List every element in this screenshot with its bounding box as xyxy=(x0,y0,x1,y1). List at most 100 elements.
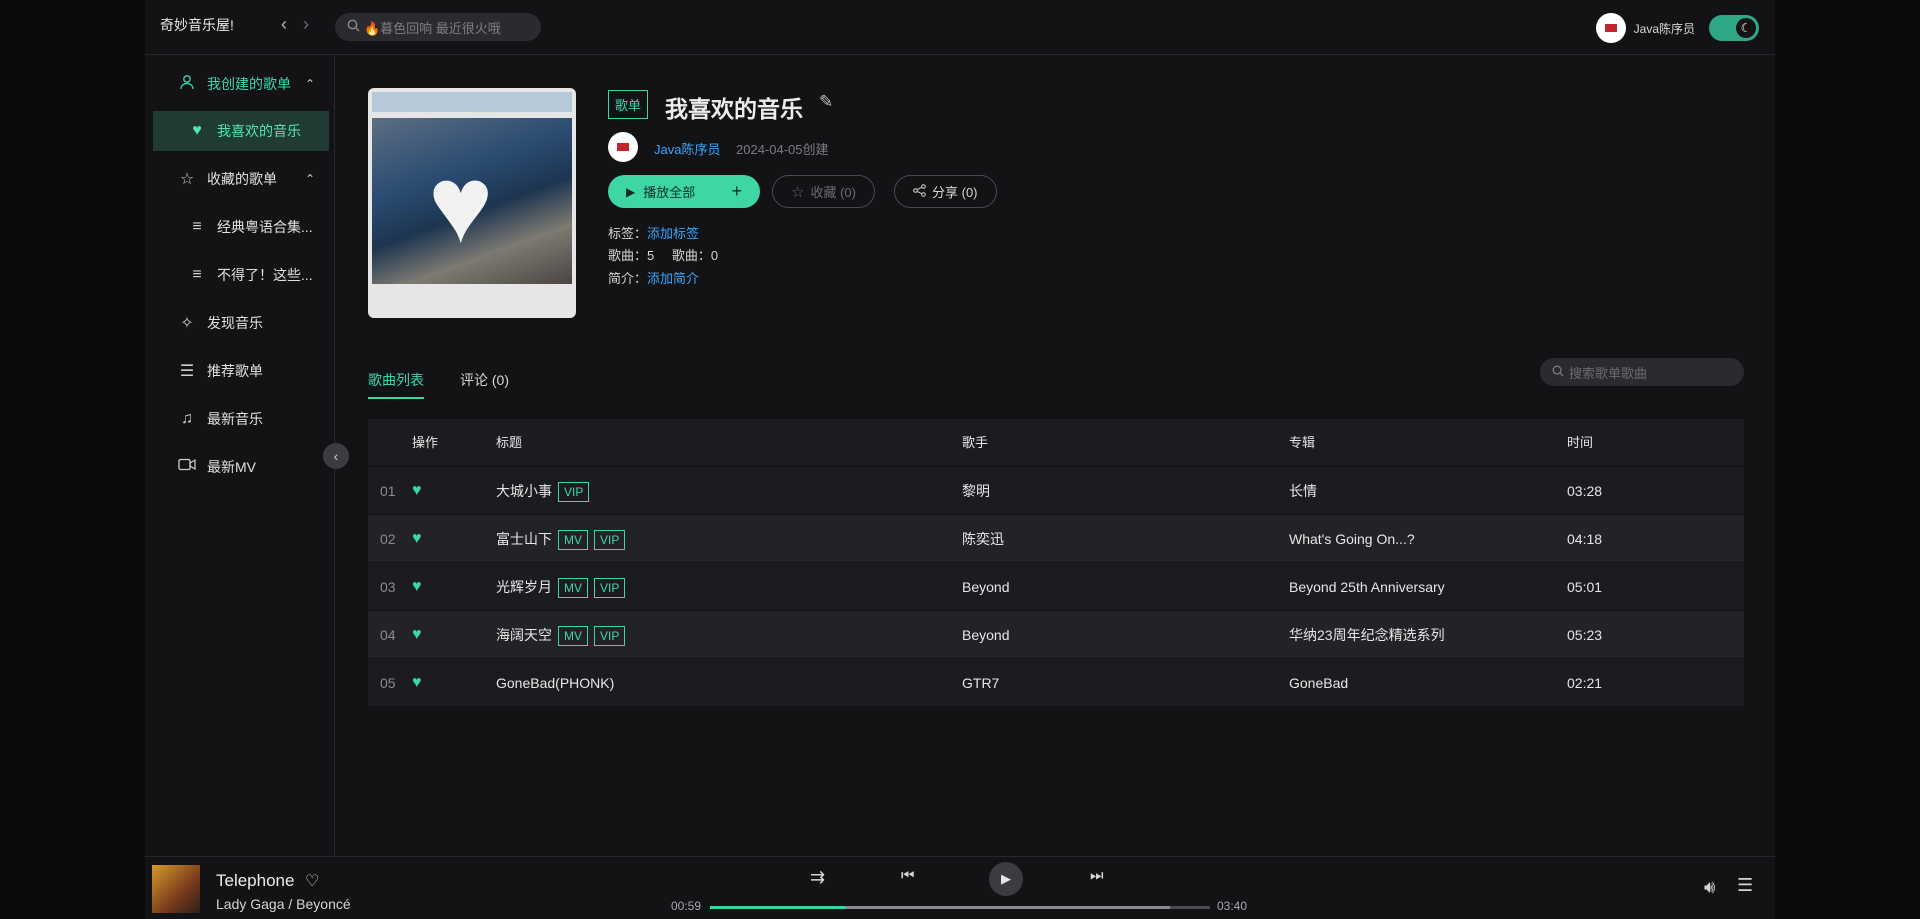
song-singer[interactable]: 黎明 xyxy=(962,467,990,515)
now-playing-title[interactable]: Telephone xyxy=(216,871,294,891)
song-singer[interactable]: Beyond xyxy=(962,563,1009,611)
sidebar-item-label: 我喜欢的音乐 xyxy=(217,123,301,139)
song-album[interactable]: 华纳23周年纪念精选系列 xyxy=(1289,611,1445,659)
song-title-text[interactable]: 光辉岁月 xyxy=(496,579,552,595)
shuffle-icon[interactable]: ⇉ xyxy=(810,867,825,888)
search-input[interactable]: 🔥暮色回响 最近很火哦 xyxy=(335,13,541,41)
user-profile[interactable]: Java陈序员 xyxy=(1595,13,1695,43)
playlist-icon: ≡ xyxy=(192,218,202,235)
mv-badge[interactable]: MV xyxy=(558,530,588,551)
sidebar-item-playlist-amazing[interactable]: ≡ 不得了！这些... xyxy=(153,255,329,295)
sidebar-item-label: 推荐歌单 xyxy=(207,363,263,379)
favorite-button[interactable]: ☆ 收藏 (0) xyxy=(772,175,875,208)
song-title-text[interactable]: GoneBad(PHONK) xyxy=(496,675,614,691)
header-album: 专辑 xyxy=(1289,435,1316,450)
song-singer[interactable]: GTR7 xyxy=(962,659,999,707)
song-search-input[interactable]: 搜索歌单歌曲 xyxy=(1540,358,1744,386)
row-index: 05 xyxy=(380,675,396,691)
creator-avatar[interactable] xyxy=(608,132,638,162)
heart-icon[interactable]: ♥ xyxy=(412,611,422,659)
avatar[interactable] xyxy=(1595,13,1626,43)
edit-icon[interactable]: ✎ xyxy=(819,92,833,112)
intro-label: 简介： xyxy=(608,271,648,286)
add-to-queue-icon[interactable]: + xyxy=(731,181,742,202)
add-tags-link[interactable]: 添加标签 xyxy=(647,226,699,241)
now-playing-cover[interactable] xyxy=(152,865,200,913)
app-logo[interactable]: 奇妙音乐屋! xyxy=(160,15,234,35)
tab-song-list[interactable]: 歌曲列表 xyxy=(368,370,424,390)
heart-icon[interactable]: ♥ xyxy=(412,563,422,611)
creator-name[interactable]: Java陈序员 xyxy=(654,139,720,158)
song-title[interactable]: 光辉岁月 MV VIP xyxy=(496,563,626,611)
song-album[interactable]: 长情 xyxy=(1289,467,1317,515)
song-singer[interactable]: 陈奕迅 xyxy=(962,515,1004,563)
song-title-text[interactable]: 富士山下 xyxy=(496,531,552,547)
progress-bar[interactable] xyxy=(710,906,1210,909)
song-singer[interactable]: Beyond xyxy=(962,611,1009,659)
song-time: 02:21 xyxy=(1567,675,1603,691)
moon-icon: ☾ xyxy=(1736,18,1756,38)
forward-arrow-icon[interactable]: › xyxy=(303,14,309,35)
song-time: 05:01 xyxy=(1567,579,1603,595)
song-title[interactable]: GoneBad(PHONK) xyxy=(496,659,614,707)
sidebar-item-label: 我创建的歌单 xyxy=(207,76,291,92)
heart-icon[interactable]: ♥ xyxy=(412,659,422,707)
table-row[interactable]: 01 ♥ 大城小事 VIP 黎明 长情 03:28 xyxy=(368,467,1744,515)
list-icon: ☰ xyxy=(179,363,195,380)
songs-label-2: 歌曲： xyxy=(671,248,711,263)
song-table: 操作 标题 歌手 专辑 时间 01 ♥ 大城小事 VIP 黎明 长情 03:28 … xyxy=(368,419,1744,707)
sidebar-item-playlist-cantonese[interactable]: ≡ 经典粤语合集... xyxy=(153,207,329,247)
song-title[interactable]: 富士山下 MV VIP xyxy=(496,515,626,563)
play-button[interactable]: ▶ xyxy=(989,862,1023,896)
next-icon[interactable]: ⏭ xyxy=(1090,867,1104,884)
song-title[interactable]: 海阔天空 MV VIP xyxy=(496,611,626,659)
table-row[interactable]: 04 ♥ 海阔天空 MV VIP Beyond 华纳23周年纪念精选系列 05:23 xyxy=(368,611,1744,659)
user-name[interactable]: Java陈序员 xyxy=(1634,20,1695,37)
song-title-text[interactable]: 海阔天空 xyxy=(496,627,552,643)
sidebar-item-new-music[interactable]: ♫ 最新音乐 xyxy=(153,399,329,439)
search-icon xyxy=(1552,365,1564,380)
chevron-up-icon[interactable]: ⌃ xyxy=(305,77,315,91)
vip-badge: VIP xyxy=(558,482,590,503)
sidebar-item-liked-music[interactable]: ♥ 我喜欢的音乐 xyxy=(153,111,329,151)
sidebar-item-label: 收藏的歌单 xyxy=(207,171,277,187)
song-album[interactable]: Beyond 25th Anniversary xyxy=(1289,563,1445,611)
table-row[interactable]: 02 ♥ 富士山下 MV VIP 陈奕迅 What's Going On...? 0… xyxy=(368,515,1744,563)
back-arrow-icon[interactable]: ‹ xyxy=(281,14,287,35)
like-heart-icon[interactable]: ♡ xyxy=(305,871,319,891)
sidebar-item-label: 最新MV xyxy=(207,459,256,475)
table-row[interactable]: 03 ♥ 光辉岁月 MV VIP Beyond Beyond 25th Annive… xyxy=(368,563,1744,611)
heart-icon[interactable]: ♥ xyxy=(412,515,422,563)
sidebar-item-label: 发现音乐 xyxy=(207,315,263,331)
sidebar-item-label: 经典粤语合集... xyxy=(217,219,313,235)
song-title-text[interactable]: 大城小事 xyxy=(496,483,552,499)
sidebar-item-my-playlists[interactable]: 我创建的歌单 ⌃ xyxy=(153,64,329,104)
sidebar-item-new-mv[interactable]: 最新MV xyxy=(153,447,329,487)
sidebar-item-collected-playlists[interactable]: ☆ 收藏的歌单 ⌃ xyxy=(153,159,329,199)
mv-badge[interactable]: MV xyxy=(558,626,588,647)
heart-icon[interactable]: ♥ xyxy=(412,467,422,515)
intro-row: 简介：添加简介 xyxy=(608,268,699,287)
collapse-sidebar-button[interactable]: ‹ xyxy=(323,443,349,469)
volume-icon[interactable]: 🔊︎ xyxy=(1704,877,1715,898)
row-index: 01 xyxy=(380,483,396,499)
song-album[interactable]: What's Going On...? xyxy=(1289,515,1415,563)
sidebar-item-discover[interactable]: ✧ 发现音乐 xyxy=(153,303,329,343)
mv-badge[interactable]: MV xyxy=(558,578,588,599)
table-row[interactable]: 05 ♥ GoneBad(PHONK) GTR7 GoneBad 02:21 xyxy=(368,659,1744,707)
song-count-row: 歌曲：5 歌曲：0 xyxy=(608,245,718,264)
theme-toggle[interactable]: ☾ xyxy=(1709,15,1759,41)
previous-icon[interactable]: ⏮ xyxy=(901,867,915,884)
star-icon: ☆ xyxy=(791,183,805,201)
add-intro-link[interactable]: 添加简介 xyxy=(647,271,699,286)
playlist-queue-icon[interactable]: ☰ xyxy=(1737,875,1753,896)
sidebar-item-recommended[interactable]: ☰ 推荐歌单 xyxy=(153,351,329,391)
tab-comments[interactable]: 评论 (0) xyxy=(460,370,509,390)
header-singer: 歌手 xyxy=(962,435,989,450)
now-playing-artist[interactable]: Lady Gaga / Beyoncé xyxy=(216,896,351,912)
song-album[interactable]: GoneBad xyxy=(1289,659,1348,707)
play-all-button[interactable]: ▶ 播放全部 + xyxy=(608,175,760,208)
song-title[interactable]: 大城小事 VIP xyxy=(496,467,590,515)
chevron-up-icon[interactable]: ⌃ xyxy=(305,172,315,186)
share-button[interactable]: 分享 (0) xyxy=(894,175,997,208)
